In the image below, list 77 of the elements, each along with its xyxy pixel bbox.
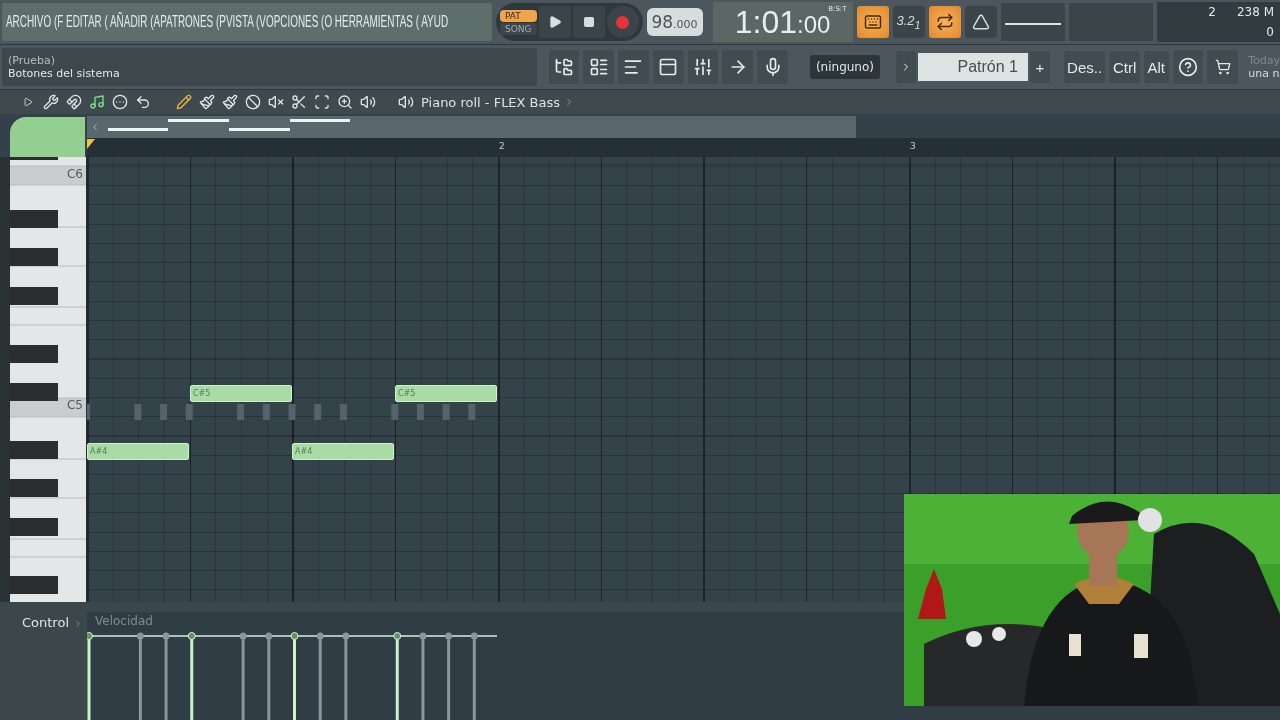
- delete-tool[interactable]: [243, 92, 263, 112]
- channel-selector[interactable]: (ninguno): [809, 55, 880, 79]
- pencil-tool[interactable]: [174, 92, 194, 112]
- keyboard-drawing[interactable]: [10, 157, 86, 602]
- menu-icon: [112, 94, 128, 110]
- stop-button[interactable]: [572, 6, 605, 38]
- scope-display: [1000, 3, 1065, 41]
- play-icon: [547, 15, 562, 29]
- undo-icon: [135, 94, 151, 110]
- hint-text: Botones del sistema: [8, 67, 121, 80]
- keyboard-button[interactable]: [856, 6, 889, 38]
- note-icon: [89, 94, 105, 110]
- channel-rack-button[interactable]: [583, 50, 615, 84]
- bar-number: 3: [910, 141, 916, 151]
- mixer-button[interactable]: [687, 50, 719, 84]
- slice-icon: [291, 94, 307, 110]
- arrow-button[interactable]: [722, 50, 754, 84]
- menu-tool[interactable]: [110, 92, 130, 112]
- hint-title: (Prueba): [8, 54, 56, 67]
- modifier-button[interactable]: Alt: [1143, 51, 1169, 83]
- news-text: una n: [1248, 67, 1280, 80]
- meter-value: 2: [1208, 5, 1217, 19]
- play-button[interactable]: [538, 6, 571, 38]
- delete-brush-icon: [222, 94, 238, 110]
- note-tool[interactable]: [87, 92, 107, 112]
- modifier-button[interactable]: Ctrl: [1109, 51, 1140, 83]
- record-icon: [616, 15, 629, 29]
- add-pattern-button[interactable]: +: [1030, 51, 1050, 83]
- mic-button[interactable]: [757, 50, 788, 84]
- menu-text[interactable]: ARCHIVO (F EDITAR ( AÑADIR (APATRONES (PVISTA (VOPCIONES (O HERRAMIENTAS ( AYUD: [6, 13, 449, 31]
- select-tool[interactable]: [312, 92, 332, 112]
- brush-tool[interactable]: [197, 92, 217, 112]
- counter-button[interactable]: 3.2$_{1}$: [892, 6, 925, 38]
- loop-icon: [935, 13, 954, 31]
- select-icon: [314, 94, 330, 110]
- pencil-icon: [176, 94, 192, 110]
- meter-value: 238 M: [1236, 5, 1275, 19]
- playlist-button[interactable]: [652, 50, 684, 84]
- keyboard-icon: [863, 13, 882, 31]
- parameter-label: Velocidad: [95, 614, 153, 628]
- pattern-selector[interactable]: Patrón 1: [918, 53, 1028, 81]
- browser-button[interactable]: [548, 50, 580, 84]
- tempo-field[interactable]: 98.000: [646, 8, 703, 36]
- tool-button[interactable]: [964, 6, 997, 38]
- speaker-icon: [398, 94, 414, 110]
- brush-icon: [199, 94, 215, 110]
- meter-value: 0: [1266, 25, 1275, 39]
- menu-bar[interactable]: ARCHIVO (F EDITAR ( AÑADIR (APATRONES (PVISTA (VOPCIONES (O HERRAMIENTAS ( AYUD: [2, 3, 492, 41]
- cart-button[interactable]: [1207, 50, 1239, 84]
- browser-icon: [553, 57, 574, 77]
- playback-icon: [360, 94, 376, 110]
- zoom-icon: [337, 94, 353, 110]
- stop-icon: [582, 16, 595, 28]
- overview-strip[interactable]: [87, 116, 856, 138]
- mode-toggle[interactable]: PAT: [500, 9, 537, 22]
- piano-roll-button[interactable]: [618, 50, 649, 84]
- magnet-icon: [66, 94, 82, 110]
- key-label: C6: [67, 167, 83, 181]
- mode-toggle[interactable]: SONG: [500, 22, 537, 35]
- help-icon: [1178, 57, 1199, 77]
- chevron-icon: [73, 619, 83, 629]
- key-label: C5: [67, 398, 83, 412]
- control-label[interactable]: Control: [22, 615, 69, 630]
- mute-icon: [268, 94, 284, 110]
- wrench-icon: [43, 94, 59, 110]
- bar-number: 2: [499, 141, 505, 151]
- modifier-button[interactable]: Des..: [1063, 51, 1106, 83]
- delete-brush-tool[interactable]: [220, 92, 240, 112]
- mixer-icon: [693, 57, 713, 77]
- window-title: Piano roll - FLEX Bass: [421, 94, 561, 110]
- loop-button[interactable]: [928, 6, 961, 38]
- delete-icon: [245, 94, 261, 110]
- timeline-ruler[interactable]: 2 3: [87, 138, 1280, 157]
- magnet-tool[interactable]: [64, 92, 84, 112]
- wrench-tool[interactable]: [41, 92, 61, 112]
- cart-icon: [1214, 59, 1231, 75]
- help-button[interactable]: [1172, 50, 1204, 84]
